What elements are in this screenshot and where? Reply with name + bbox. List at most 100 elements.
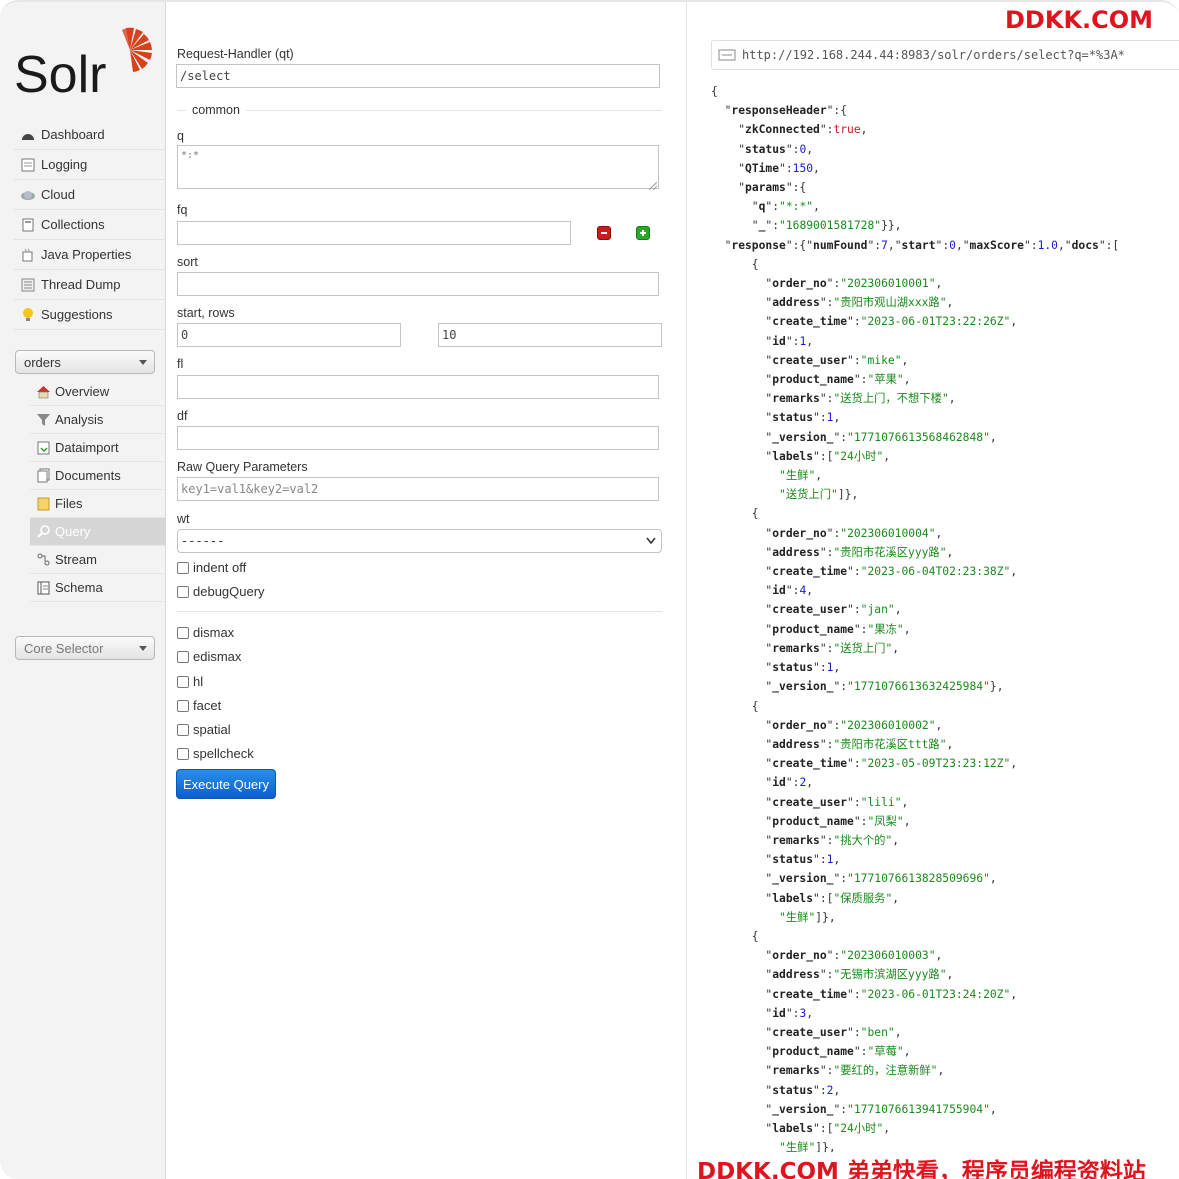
add-fq-icon[interactable] — [636, 226, 650, 240]
wt-label: wt — [177, 512, 190, 526]
json-value: 送货上门 — [840, 641, 886, 655]
facet-checkbox[interactable]: facet — [177, 698, 221, 713]
json-value: 2023-06-04T02:23:38Z — [867, 565, 1004, 579]
df-input[interactable] — [177, 426, 659, 450]
raw-query-input[interactable]: key1=val1&key2=val2 — [177, 477, 659, 501]
checkbox-box[interactable] — [177, 747, 189, 760]
checkbox-box[interactable] — [177, 561, 189, 574]
stream-icon — [36, 552, 51, 567]
nav-thread-dump[interactable]: Thread Dump — [14, 270, 166, 300]
spatial-checkbox[interactable]: spatial — [177, 722, 231, 737]
request-url-bar[interactable]: http://192.168.244.44:8983/solr/orders/s… — [711, 40, 1179, 70]
checkbox-box[interactable] — [177, 699, 189, 712]
json-value: 1689001581728 — [785, 219, 875, 233]
dashboard-icon — [20, 127, 36, 143]
json-value: 24小时 — [840, 1121, 877, 1135]
nav-dataimport[interactable]: Dataimport — [30, 434, 166, 462]
q-textarea[interactable]: *:* — [177, 145, 659, 189]
json-value: ben — [867, 1025, 888, 1039]
hl-checkbox[interactable]: hl — [177, 674, 203, 689]
nav-label: Dashboard — [41, 127, 105, 142]
indent-checkbox[interactable]: indent off — [177, 560, 246, 575]
json-value: 1 — [826, 661, 834, 675]
json-value: 202306010002 — [847, 718, 929, 732]
checkbox-box[interactable] — [177, 585, 189, 598]
nav-cloud[interactable]: Cloud — [14, 180, 166, 210]
checkbox-box[interactable] — [177, 723, 189, 736]
nav-dashboard[interactable]: Dashboard — [14, 120, 166, 150]
fq-input[interactable] — [177, 221, 571, 245]
nav-suggestions[interactable]: Suggestions — [14, 300, 166, 330]
nav-label: Dataimport — [55, 440, 119, 455]
nav-logging[interactable]: Logging — [14, 150, 166, 180]
nav-overview[interactable]: Overview — [30, 378, 166, 406]
nav-collections[interactable]: Collections — [14, 210, 166, 240]
spellcheck-checkbox[interactable]: spellcheck — [177, 746, 254, 761]
chevron-down-icon — [139, 646, 147, 651]
solr-logo[interactable]: Solr — [12, 24, 152, 104]
debug-query-checkbox[interactable]: debugQuery — [177, 584, 265, 599]
checkbox-box[interactable] — [177, 626, 189, 639]
json-value: 0 — [799, 142, 807, 156]
nav-label: Collections — [41, 217, 105, 232]
nav-label: Schema — [55, 580, 103, 595]
checkbox-box[interactable] — [177, 650, 189, 663]
fl-input[interactable] — [177, 375, 659, 399]
nav-stream[interactable]: Stream — [30, 546, 166, 574]
nav-schema[interactable]: Schema — [30, 574, 166, 602]
edismax-checkbox[interactable]: edismax — [177, 649, 241, 664]
home-icon — [36, 384, 51, 399]
request-handler-label: Request-Handler (qt) — [177, 47, 294, 61]
query-form: Request-Handler (qt) /select common q *:… — [166, 2, 686, 1179]
collection-selector[interactable]: orders — [15, 350, 155, 374]
wt-select-value: ------ — [181, 534, 225, 548]
json-value: 24小时 — [840, 449, 877, 463]
json-value: 凤梨 — [874, 814, 897, 828]
nav-query[interactable]: Query — [30, 518, 166, 546]
json-value: 4 — [799, 584, 807, 598]
rows-input[interactable]: 10 — [438, 323, 662, 347]
df-label: df — [177, 409, 188, 423]
indent-label: indent off — [193, 560, 247, 575]
chevron-down-icon — [139, 360, 147, 365]
wt-select[interactable]: ------ — [177, 529, 662, 553]
json-value: 果冻 — [874, 622, 897, 636]
common-legend: common — [186, 103, 246, 117]
json-value: 150 — [792, 161, 814, 175]
nav-label: Overview — [55, 384, 110, 399]
collection-selector-value: orders — [24, 354, 61, 370]
start-rows-label: start, rows — [177, 306, 235, 320]
nav-label: Query — [55, 524, 91, 539]
json-value: 生鲜 — [785, 469, 809, 483]
schema-icon — [36, 580, 51, 595]
remove-fq-icon[interactable] — [597, 226, 611, 240]
folder-icon — [36, 496, 51, 511]
resize-handle-icon[interactable] — [648, 178, 658, 191]
options-divider — [177, 611, 662, 612]
core-selector-value: Core Selector — [24, 640, 104, 656]
sort-input[interactable] — [177, 272, 659, 296]
start-input[interactable]: 0 — [177, 323, 401, 347]
json-value: 7 — [881, 238, 888, 252]
magnifier-icon — [36, 524, 51, 539]
java-icon — [20, 247, 36, 263]
nav-label: Cloud — [41, 187, 75, 202]
nav-analysis[interactable]: Analysis — [30, 406, 166, 434]
checkbox-box[interactable] — [177, 675, 189, 688]
fl-label: fl — [177, 357, 184, 371]
nav-documents[interactable]: Documents — [30, 462, 166, 490]
nav-label: Analysis — [55, 412, 104, 427]
request-handler-input[interactable]: /select — [176, 64, 660, 88]
option-label: spatial — [193, 722, 231, 737]
logging-icon — [20, 157, 36, 173]
request-url[interactable]: http://192.168.244.44:8983/solr/orders/s… — [742, 48, 1125, 62]
json-value: 1 — [826, 411, 834, 425]
json-value: 贵阳市花溪区yyy路 — [840, 545, 940, 559]
nav-java-properties[interactable]: Java Properties — [14, 240, 166, 270]
nav-files[interactable]: Files — [30, 490, 166, 518]
core-selector[interactable]: Core Selector — [15, 636, 155, 660]
execute-query-button[interactable]: Execute Query — [176, 769, 276, 799]
json-value: lili — [867, 795, 895, 809]
json-value: 1771076613941755904 — [853, 1102, 984, 1116]
dismax-checkbox[interactable]: dismax — [177, 625, 234, 640]
